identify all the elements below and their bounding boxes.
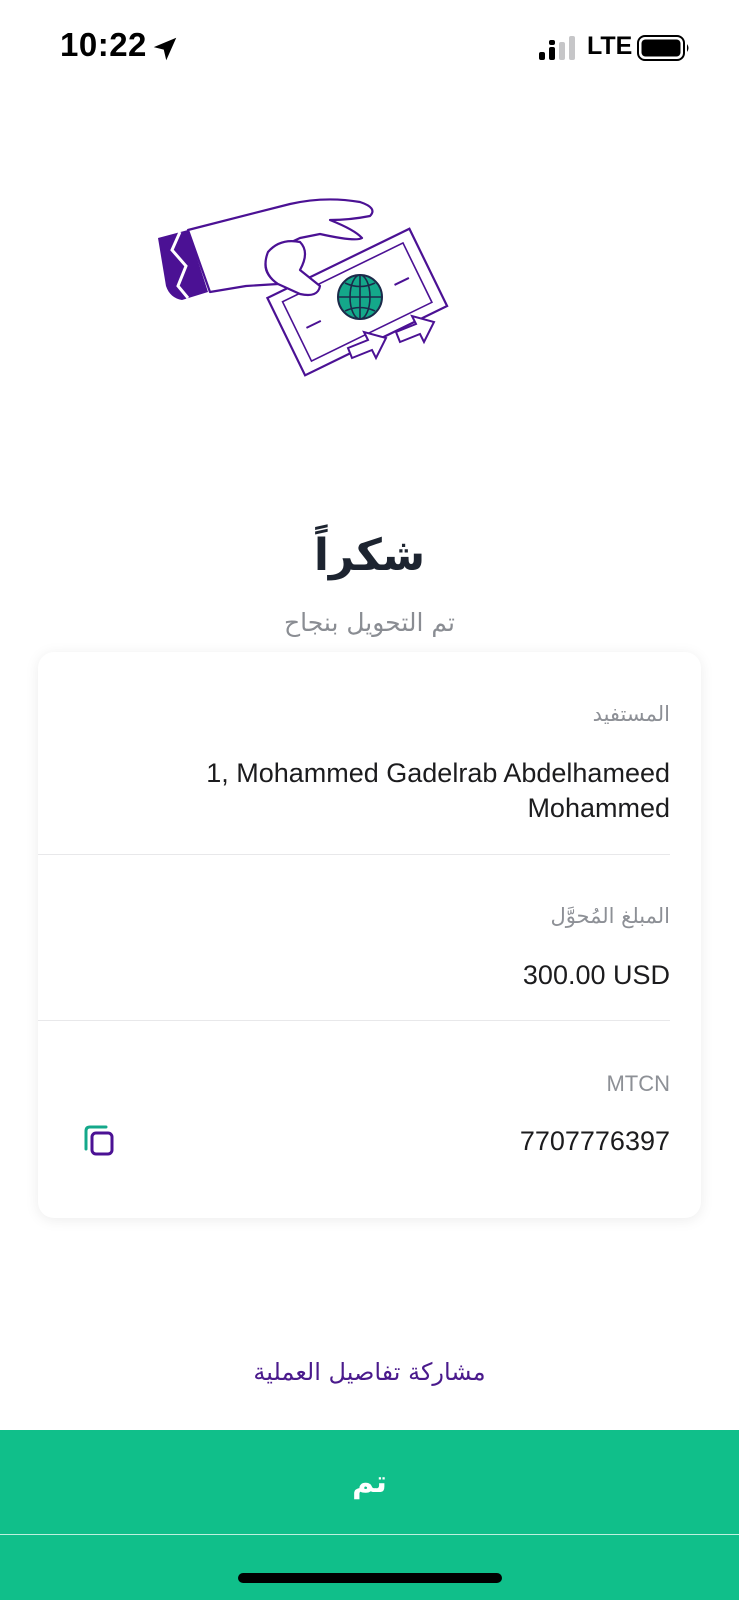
status-bar: 10:22 LTE	[0, 0, 739, 100]
network-label: LTE	[587, 32, 633, 60]
transfer-details-card: المستفيد 1, Mohammed Gadelrab Abdelhamee…	[38, 652, 701, 1218]
location-arrow-icon	[153, 37, 177, 61]
page-subtitle: تم التحويل بنجاح	[284, 608, 455, 637]
divider	[38, 1020, 670, 1021]
battery-icon	[637, 35, 689, 61]
status-time: 10:22	[60, 26, 147, 63]
share-details-link[interactable]: مشاركة تفاصيل العملية	[0, 1358, 739, 1386]
done-button[interactable]: تم	[0, 1430, 739, 1534]
copy-icon[interactable]	[82, 1124, 116, 1158]
beneficiary-label: المستفيد	[592, 702, 670, 726]
mtcn-value: 7707776397	[519, 1126, 670, 1156]
bottom-strip	[0, 1535, 739, 1600]
cellular-signal-icon	[539, 36, 575, 60]
home-indicator	[238, 1573, 502, 1583]
hand-giving-money-icon	[158, 198, 449, 377]
amount-label: المبلغ المُحوَّل	[550, 904, 670, 928]
mtcn-label: MTCN	[606, 1071, 670, 1096]
page-title: شكراً	[313, 530, 426, 581]
done-button-label: تم	[352, 1464, 387, 1500]
divider	[38, 854, 670, 855]
beneficiary-value: 1, Mohammed Gadelrab Abdelhameed Mohamme…	[206, 758, 670, 823]
amount-value: 300.00 USD	[522, 960, 670, 990]
